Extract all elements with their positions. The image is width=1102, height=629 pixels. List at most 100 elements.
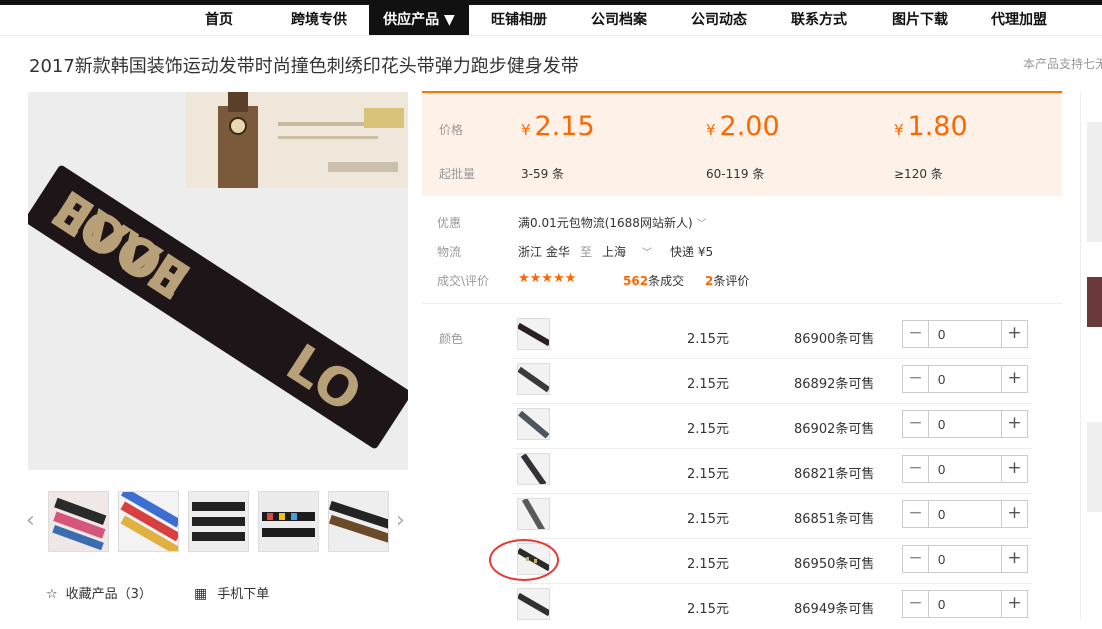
moq-label: 起批量 <box>439 167 476 181</box>
thumbnail-5[interactable] <box>328 491 389 552</box>
reviews-count-link[interactable]: 2条评价 <box>705 272 749 289</box>
sku-price: 2.15元 <box>687 512 729 527</box>
favorite-button[interactable]: ☆ 收藏产品（3） <box>46 583 152 602</box>
thumbnail-3[interactable] <box>188 491 249 552</box>
sku-stock: 86902条可售 <box>794 422 875 437</box>
sku-thumbnail[interactable] <box>517 318 550 350</box>
increment-button[interactable]: + <box>1001 456 1027 482</box>
decrement-button[interactable]: − <box>903 546 929 572</box>
sku-stock: 86949条可售 <box>794 602 875 617</box>
quantity-input[interactable] <box>930 411 1001 437</box>
nav-divider <box>0 35 1102 36</box>
increment-button[interactable]: + <box>1001 411 1027 437</box>
quantity-stepper: − + <box>902 410 1028 438</box>
nav-home[interactable]: 首页 <box>186 5 252 35</box>
decrement-button[interactable]: − <box>903 591 929 617</box>
sku-row: 2.15元 86892条可售 − + <box>512 359 1032 404</box>
deal-label: 成交\评价 <box>437 274 490 288</box>
nav-image-download[interactable]: 图片下载 <box>881 5 959 35</box>
star-outline-icon: ☆ <box>46 587 58 602</box>
destination-select[interactable]: 上海 ﹀ <box>602 243 652 260</box>
right-sidebar <box>1080 92 1102 619</box>
tier-range-3: ≥120 条 <box>894 167 943 181</box>
support-note: 本产品支持七无 <box>1023 57 1102 71</box>
side-thumbnail[interactable] <box>1087 422 1102 512</box>
side-thumbnail[interactable] <box>1087 122 1102 242</box>
decrement-button[interactable]: − <box>903 411 929 437</box>
quantity-stepper: − + <box>902 545 1028 573</box>
quantity-input[interactable] <box>930 456 1001 482</box>
nav-company-profile[interactable]: 公司档案 <box>580 5 658 35</box>
info-divider <box>422 303 1062 304</box>
sku-thumbnail[interactable] <box>517 408 550 440</box>
sku-row: 2.15元 86900条可售 − + <box>512 314 1032 359</box>
thumbnail-1[interactable] <box>48 491 109 552</box>
highlight-circle-annotation <box>489 539 559 581</box>
nav-cross-border[interactable]: 跨境专供 <box>280 5 358 35</box>
sku-stock: 86821条可售 <box>794 467 875 482</box>
tier-range-1: 3-59 条 <box>521 167 565 181</box>
decrement-button[interactable]: − <box>903 456 929 482</box>
quantity-input[interactable] <box>930 546 1001 572</box>
destination-value: 上海 <box>602 245 627 259</box>
decrement-button[interactable]: − <box>903 321 929 347</box>
sku-stock: 86851条可售 <box>794 512 875 527</box>
quantity-stepper: − + <box>902 590 1028 618</box>
sku-row: 2.15元 86949条可售 − + <box>512 584 1032 629</box>
sku-price: 2.15元 <box>687 602 729 617</box>
side-thumbnail[interactable] <box>1087 277 1102 327</box>
mobile-order-button[interactable]: ▦ 手机下单 <box>194 583 269 602</box>
quantity-input[interactable] <box>930 501 1001 527</box>
sku-price: 2.15元 <box>687 557 729 572</box>
shop-nav: 首页 跨境专供 供应产品 ▼ 旺铺相册 公司档案 公司动态 联系方式 图片下载 … <box>0 5 1102 35</box>
promo-dropdown[interactable]: 满0.01元包物流(1688网站新人) ﹀ <box>518 214 706 231</box>
sku-stock: 86900条可售 <box>794 332 875 347</box>
nav-products[interactable]: 供应产品 ▼ <box>369 5 469 35</box>
sku-row: 2.15元 86851条可售 − + <box>512 494 1032 539</box>
quantity-input[interactable] <box>930 591 1001 617</box>
quantity-input[interactable] <box>930 321 1001 347</box>
nav-agency[interactable]: 代理加盟 <box>980 5 1058 35</box>
logistics-label: 物流 <box>437 245 462 259</box>
increment-button[interactable]: + <box>1001 546 1027 572</box>
increment-button[interactable]: + <box>1001 591 1027 617</box>
increment-button[interactable]: + <box>1001 366 1027 392</box>
sku-row: 2.15元 86821条可售 − + <box>512 449 1032 494</box>
decrement-button[interactable]: − <box>903 366 929 392</box>
deals-suffix: 条成交 <box>648 274 685 288</box>
promo-label: 优惠 <box>437 216 462 230</box>
logistics-to: 至 <box>580 245 593 259</box>
chevron-down-icon: ﹀ <box>641 248 652 259</box>
sku-thumbnail[interactable] <box>517 363 550 395</box>
thumbnail-2[interactable] <box>118 491 179 552</box>
sku-stock: 86950条可售 <box>794 557 875 572</box>
quantity-stepper: − + <box>902 500 1028 528</box>
quantity-input[interactable] <box>930 366 1001 392</box>
sku-row: 2.15元 86950条可售 − + <box>512 539 1032 584</box>
main-product-image[interactable]: LOVE LOVE LO <box>28 92 408 470</box>
sku-price: 2.15元 <box>687 332 729 347</box>
quantity-stepper: − + <box>902 320 1028 348</box>
sku-thumbnail[interactable] <box>517 498 550 530</box>
thumbnail-4[interactable] <box>258 491 319 552</box>
price-label: 价格 <box>439 123 464 137</box>
color-label: 颜色 <box>439 332 464 346</box>
increment-button[interactable]: + <box>1001 501 1027 527</box>
product-title: 2017新款韩国装饰运动发带时尚撞色刺绣印花头带弹力跑步健身发带 <box>29 56 579 77</box>
sku-thumbnail[interactable] <box>517 453 550 485</box>
nav-album[interactable]: 旺铺相册 <box>481 5 557 35</box>
nav-company-news[interactable]: 公司动态 <box>680 5 758 35</box>
deals-count-link[interactable]: 562条成交 <box>623 272 684 289</box>
thumbs-prev-arrow[interactable]: ‹ <box>26 508 35 533</box>
decrement-button[interactable]: − <box>903 501 929 527</box>
rating-stars: ★★★★★ <box>518 271 577 286</box>
sku-thumbnail[interactable] <box>517 588 550 620</box>
increment-button[interactable]: + <box>1001 321 1027 347</box>
favorite-label: 收藏产品（3） <box>65 587 152 602</box>
price-box: 价格 起批量 ¥2.15 ¥2.00 ¥1.80 3-59 条 60-119 条… <box>422 91 1062 196</box>
deals-count: 562 <box>623 274 649 288</box>
promo-value: 满0.01元包物流(1688网站新人) <box>518 216 693 230</box>
thumbs-next-arrow[interactable]: › <box>396 508 405 533</box>
nav-contact[interactable]: 联系方式 <box>780 5 858 35</box>
quantity-stepper: − + <box>902 365 1028 393</box>
